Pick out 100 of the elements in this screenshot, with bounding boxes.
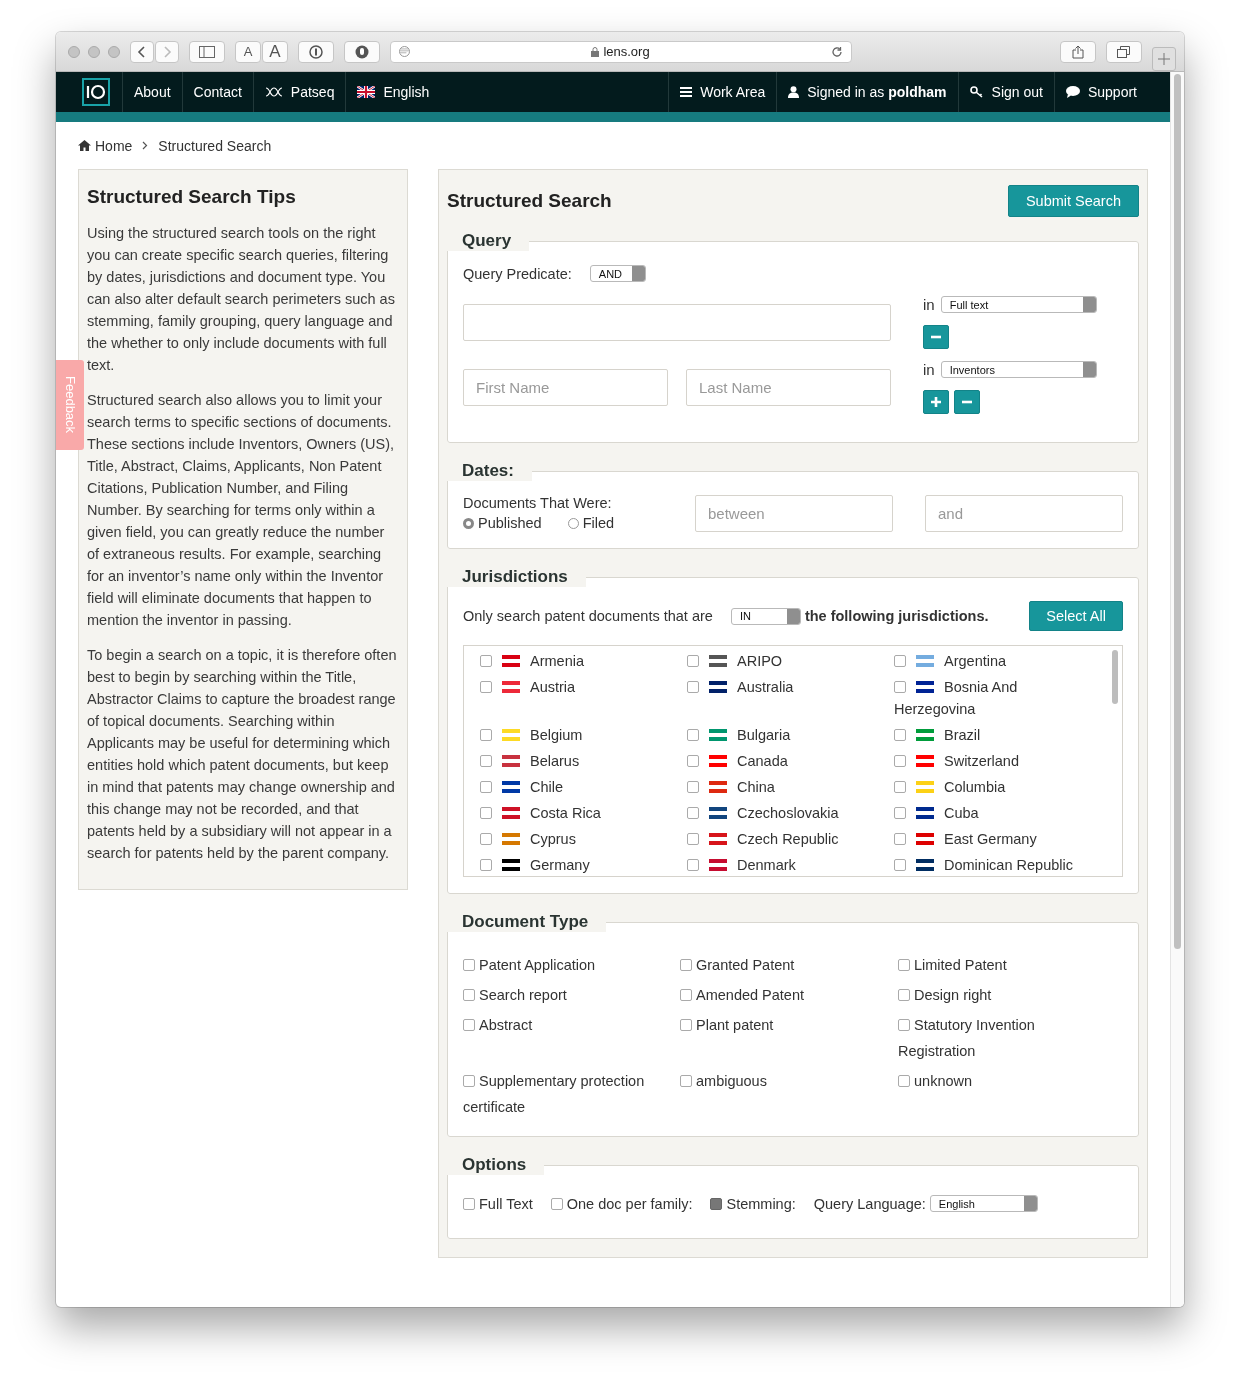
jurisdiction-option[interactable]: Austria [480,676,687,720]
search-title: Structured Search [447,190,612,212]
document-type-option[interactable]: ambiguous [680,1068,898,1120]
document-type-option[interactable]: Granted Patent [680,952,898,978]
jurisdiction-option[interactable]: Australia [687,676,894,720]
scrollbar-thumb[interactable] [1112,650,1118,704]
document-type-option[interactable]: Design right [898,982,1118,1008]
minimize-window-button[interactable] [88,45,100,58]
document-type-option[interactable]: Search report [463,982,680,1008]
flag-icon [709,681,727,693]
document-type-option[interactable]: Patent Application [463,952,680,978]
jurisdiction-option[interactable]: Cyprus [480,828,687,850]
jurisdiction-option[interactable]: Bulgaria [687,724,894,746]
back-icon [137,45,147,58]
date-radio[interactable]: Filed [567,515,615,531]
jurisdiction-option[interactable]: Cuba [894,802,1094,824]
remove-button[interactable] [954,390,980,414]
submit-search-button[interactable]: Submit Search [1007,185,1139,217]
flag-icon [709,859,727,871]
flag-icon [916,859,934,871]
jurisdiction-option[interactable]: Armenia [480,650,687,672]
jurisdiction-option[interactable]: Belgium [480,724,687,746]
flag-icon [709,781,727,793]
forward-button[interactable] [155,40,179,63]
name-input[interactable]: First Name [463,369,668,406]
document-type-option[interactable]: Abstract [463,1012,680,1064]
tabs-button[interactable] [1106,40,1142,63]
jurisdiction-option[interactable]: Canada [687,750,894,772]
end-date-input[interactable]: and [925,495,1123,532]
start-date-input[interactable]: between [695,495,893,532]
home-link[interactable]: Home [78,137,133,154]
flag-icon [916,781,934,793]
blocker-button[interactable] [344,40,380,63]
field-select[interactable]: Full text [940,296,1097,313]
option-checkbox[interactable]: One doc per family: [550,1195,693,1212]
jurisdiction-option[interactable]: Brazil [894,724,1094,746]
smaller-text-button[interactable]: A [235,40,261,63]
remove-button[interactable] [923,325,949,349]
document-type-option[interactable]: Amended Patent [680,982,898,1008]
tips-paragraph: Structured search also allows you to limit your search terms to specific sections of documents. These sections include Inventors, Owners (US), Title, Abstract, Claims, Applicants, Non Patent Citations, Publication Number, and Filing Number. By searching for terms only within a given field, you can greatly reduce the number of extraneous results. For example, searching for an inventor’s name only within the Inventor field will eliminate documents that happen to mention the inventor in passing. [87,391,396,630]
key-icon [969,86,984,98]
jurisdictions-tail: the following jurisdictions. [804,608,989,624]
jurisdiction-option[interactable]: Czech Republic [687,828,894,850]
jurisdiction-option[interactable]: China [687,776,894,798]
tips-paragraph: To begin a search on a topic, it is therefore often best to begin by searching within the Title, Abstractor Claims to capture the broadest range of topical documents. Searching within Applicants may be useful for determining which entities hold which patent documents, but keep in mind that patents may change ownership and this change may not be recorded, and that patents held by a subsidiary will not appear in a search for patents held by the parent company. [87,646,398,863]
date-radio[interactable]: Published [463,515,542,531]
jurisdiction-option[interactable]: East Germany [894,828,1094,850]
breadcrumb-current: Structured Search [158,137,272,154]
jurisdiction-option[interactable]: ARIPO [687,650,894,672]
minus-icon [962,400,972,404]
page-scrollbar-thumb[interactable] [1174,74,1181,949]
document-type-option[interactable]: Plant patent [680,1012,898,1064]
flag-icon [709,729,727,741]
back-button[interactable] [130,40,154,63]
field-select[interactable]: Inventors [940,361,1097,378]
jurisdiction-option[interactable]: Columbia [894,776,1094,798]
flag-icon [709,755,727,767]
tips-title: Structured Search Tips [87,186,297,208]
tabs-icon [1117,45,1131,58]
section-legend: Document Type [447,912,607,932]
language-select[interactable]: English [929,1195,1038,1212]
close-window-button[interactable] [68,45,80,58]
jurisdiction-option[interactable]: Germany [480,854,687,876]
option-checkbox[interactable]: Stemming: [710,1195,796,1212]
dna-icon [264,87,283,97]
name-input[interactable]: Last Name [686,369,891,406]
jurisdictions-lead: Only search patent documents that are [463,608,713,624]
jurisdiction-option[interactable]: Bosnia And Herzegovina [894,676,1094,720]
address-bar[interactable]: lens.org [390,40,852,63]
circle-icon [309,44,323,59]
jurisdiction-option[interactable]: Dominican Republic [894,854,1094,876]
document-type-option[interactable]: Limited Patent [898,952,1118,978]
in-label: in [923,296,935,313]
share-button[interactable] [1060,40,1096,63]
new-tab-button[interactable] [1152,46,1176,71]
reload-icon[interactable] [831,45,843,58]
zoom-window-button[interactable] [108,45,120,58]
mode-select[interactable]: IN [730,607,801,625]
jurisdiction-option[interactable]: Czechoslovakia [687,802,894,824]
password-button[interactable] [298,40,334,63]
logo-icon[interactable] [82,78,110,106]
jurisdiction-option[interactable]: Costa Rica [480,802,687,824]
flag-icon [709,807,727,819]
document-type-option[interactable]: Supplementary protection certificate [463,1068,680,1120]
jurisdiction-option[interactable]: Belarus [480,750,687,772]
jurisdiction-option[interactable]: Denmark [687,854,894,876]
option-checkbox[interactable]: Full Text [463,1195,533,1212]
predicate-select[interactable]: AND [589,265,646,282]
add-button[interactable] [923,390,949,414]
menu-icon [680,87,693,97]
document-type-option[interactable]: unknown [898,1068,1118,1120]
query-input[interactable] [463,304,891,341]
jurisdiction-option[interactable]: Switzerland [894,750,1094,772]
section-legend: Options [447,1155,545,1175]
sidebar-button[interactable] [189,40,225,63]
larger-text-button[interactable]: A [262,40,288,63]
jurisdiction-option[interactable]: Argentina [894,650,1094,672]
flag-icon [916,833,934,845]
select-all-button[interactable]: Select All [1029,601,1123,631]
jurisdiction-option[interactable]: Chile [480,776,687,798]
